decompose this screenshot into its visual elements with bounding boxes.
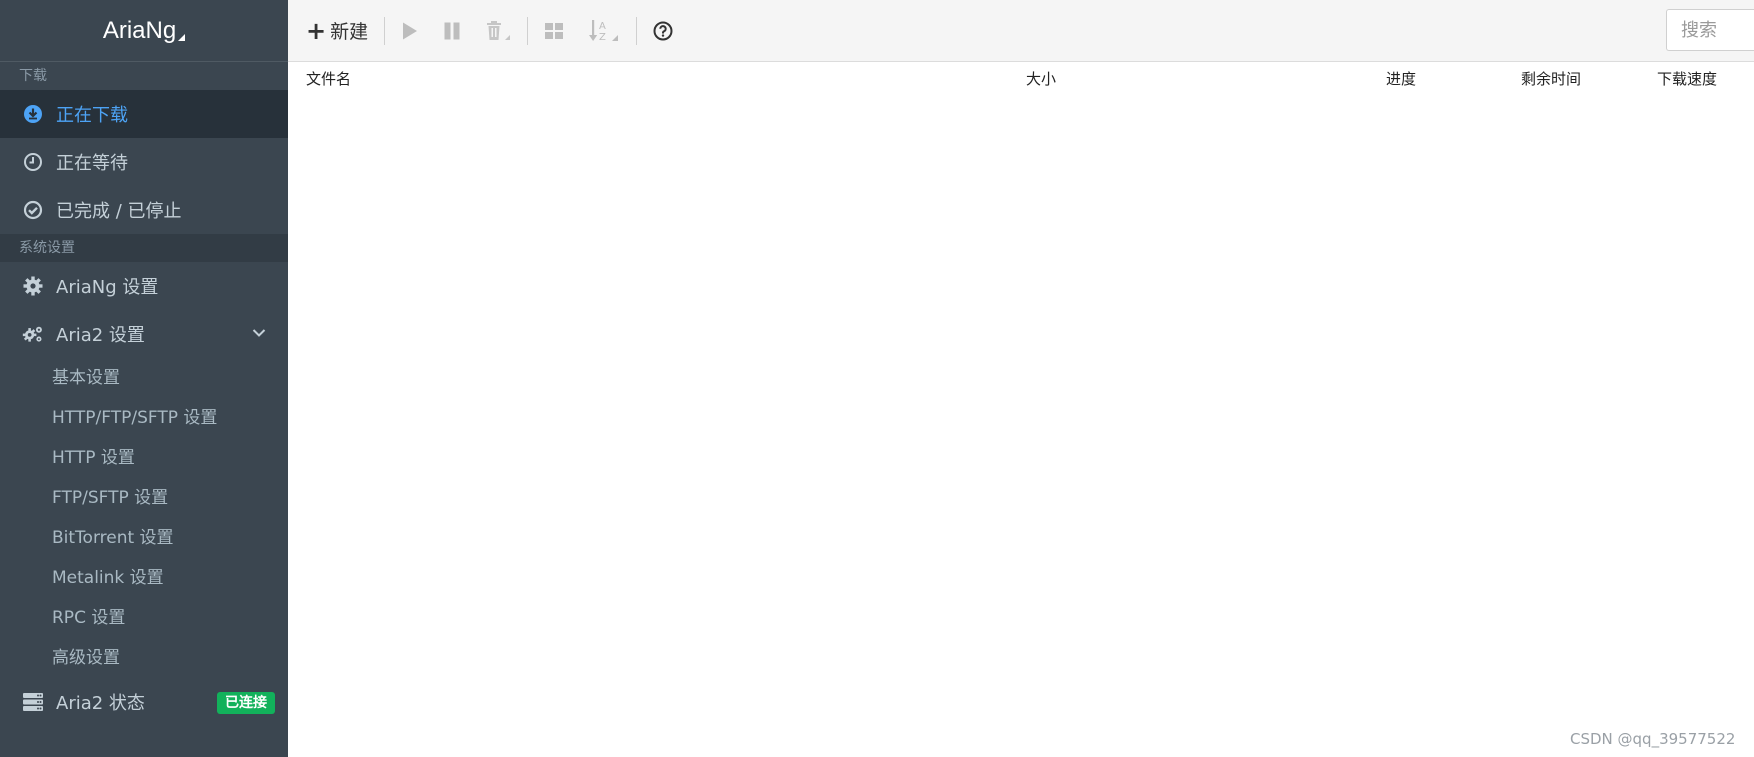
new-task-button[interactable]: + 新建 bbox=[294, 11, 380, 51]
status-badge: 已连接 bbox=[217, 692, 275, 714]
toolbar: + 新建 AZ bbox=[288, 0, 1754, 62]
sidebar-item-aria2-settings[interactable]: Aria2 设置 bbox=[0, 310, 288, 358]
sidebar-subitem-rpc[interactable]: RPC 设置 bbox=[0, 598, 288, 638]
help-button[interactable] bbox=[641, 11, 685, 51]
brand-caret-icon[interactable] bbox=[178, 34, 186, 41]
sidebar-item-stopped[interactable]: 已完成 / 已停止 bbox=[0, 186, 288, 234]
question-circle-icon bbox=[653, 21, 673, 40]
toolbar-divider bbox=[384, 16, 386, 45]
sidebar-subitem-ftp-sftp[interactable]: FTP/SFTP 设置 bbox=[0, 478, 288, 518]
watermark: CSDN @qq_39577522 bbox=[1570, 730, 1736, 748]
sidebar-subitem-http[interactable]: HTTP 设置 bbox=[0, 438, 288, 478]
column-header-download-speed[interactable]: 下载速度 bbox=[1657, 68, 1717, 89]
pause-icon bbox=[444, 22, 460, 39]
sidebar-item-aria2-status[interactable]: Aria2 状态 已连接 bbox=[0, 678, 288, 726]
column-header-filename[interactable]: 文件名 bbox=[306, 68, 351, 89]
download-circle-icon bbox=[22, 103, 44, 125]
play-icon bbox=[403, 22, 418, 39]
column-header-remaining-time[interactable]: 剩余时间 bbox=[1521, 68, 1581, 89]
grid-icon bbox=[545, 22, 564, 39]
sort-alpha-icon: AZ bbox=[589, 19, 619, 43]
svg-text:Z: Z bbox=[599, 32, 606, 43]
gear-icon bbox=[22, 275, 44, 297]
trash-icon bbox=[487, 20, 511, 40]
new-task-label: 新建 bbox=[330, 21, 369, 43]
start-button[interactable] bbox=[389, 11, 431, 51]
column-header-progress[interactable]: 进度 bbox=[1386, 68, 1416, 89]
toolbar-divider bbox=[527, 16, 529, 45]
chevron-down-icon[interactable] bbox=[252, 328, 266, 338]
plus-icon: + bbox=[306, 16, 327, 45]
search-input[interactable] bbox=[1666, 9, 1754, 51]
display-order-button[interactable] bbox=[532, 11, 576, 51]
brand-header[interactable]: AriaNg bbox=[0, 0, 288, 62]
sort-button[interactable]: AZ bbox=[576, 11, 632, 51]
sidebar-item-label: 正在等待 bbox=[56, 153, 128, 174]
pause-button[interactable] bbox=[431, 11, 473, 51]
server-icon bbox=[22, 691, 44, 713]
sidebar-subitem-basic[interactable]: 基本设置 bbox=[0, 358, 288, 398]
sidebar-item-label: Aria2 状态 bbox=[56, 693, 145, 714]
sidebar-subitem-advanced[interactable]: 高级设置 bbox=[0, 638, 288, 678]
clock-icon bbox=[22, 151, 44, 173]
sidebar-subitem-metalink[interactable]: Metalink 设置 bbox=[0, 558, 288, 598]
sidebar-item-label: 已完成 / 已停止 bbox=[56, 201, 182, 222]
brand-name[interactable]: AriaNg bbox=[103, 17, 176, 45]
delete-button[interactable] bbox=[473, 11, 523, 51]
toolbar-divider bbox=[636, 16, 638, 45]
sidebar-item-ariang-settings[interactable]: AriaNg 设置 bbox=[0, 262, 288, 310]
section-header-settings: 系统设置 bbox=[0, 234, 288, 262]
sidebar: AriaNg 下载 正在下载 正在等待 已完成 / 已停止 系统设置 AriaN… bbox=[0, 0, 288, 757]
sidebar-item-downloading[interactable]: 正在下载 bbox=[0, 90, 288, 138]
sidebar-subitem-bittorrent[interactable]: BitTorrent 设置 bbox=[0, 518, 288, 558]
column-header-size[interactable]: 大小 bbox=[1026, 68, 1056, 89]
gears-icon bbox=[22, 323, 44, 345]
svg-text:A: A bbox=[599, 21, 606, 32]
sidebar-item-label: 正在下载 bbox=[56, 105, 128, 126]
section-header-download: 下载 bbox=[0, 62, 288, 90]
sidebar-item-waiting[interactable]: 正在等待 bbox=[0, 138, 288, 186]
sidebar-subitem-http-ftp-sftp[interactable]: HTTP/FTP/SFTP 设置 bbox=[0, 398, 288, 438]
sidebar-item-label: Aria2 设置 bbox=[56, 325, 145, 346]
check-circle-icon bbox=[22, 199, 44, 221]
sidebar-item-label: AriaNg 设置 bbox=[56, 277, 159, 298]
